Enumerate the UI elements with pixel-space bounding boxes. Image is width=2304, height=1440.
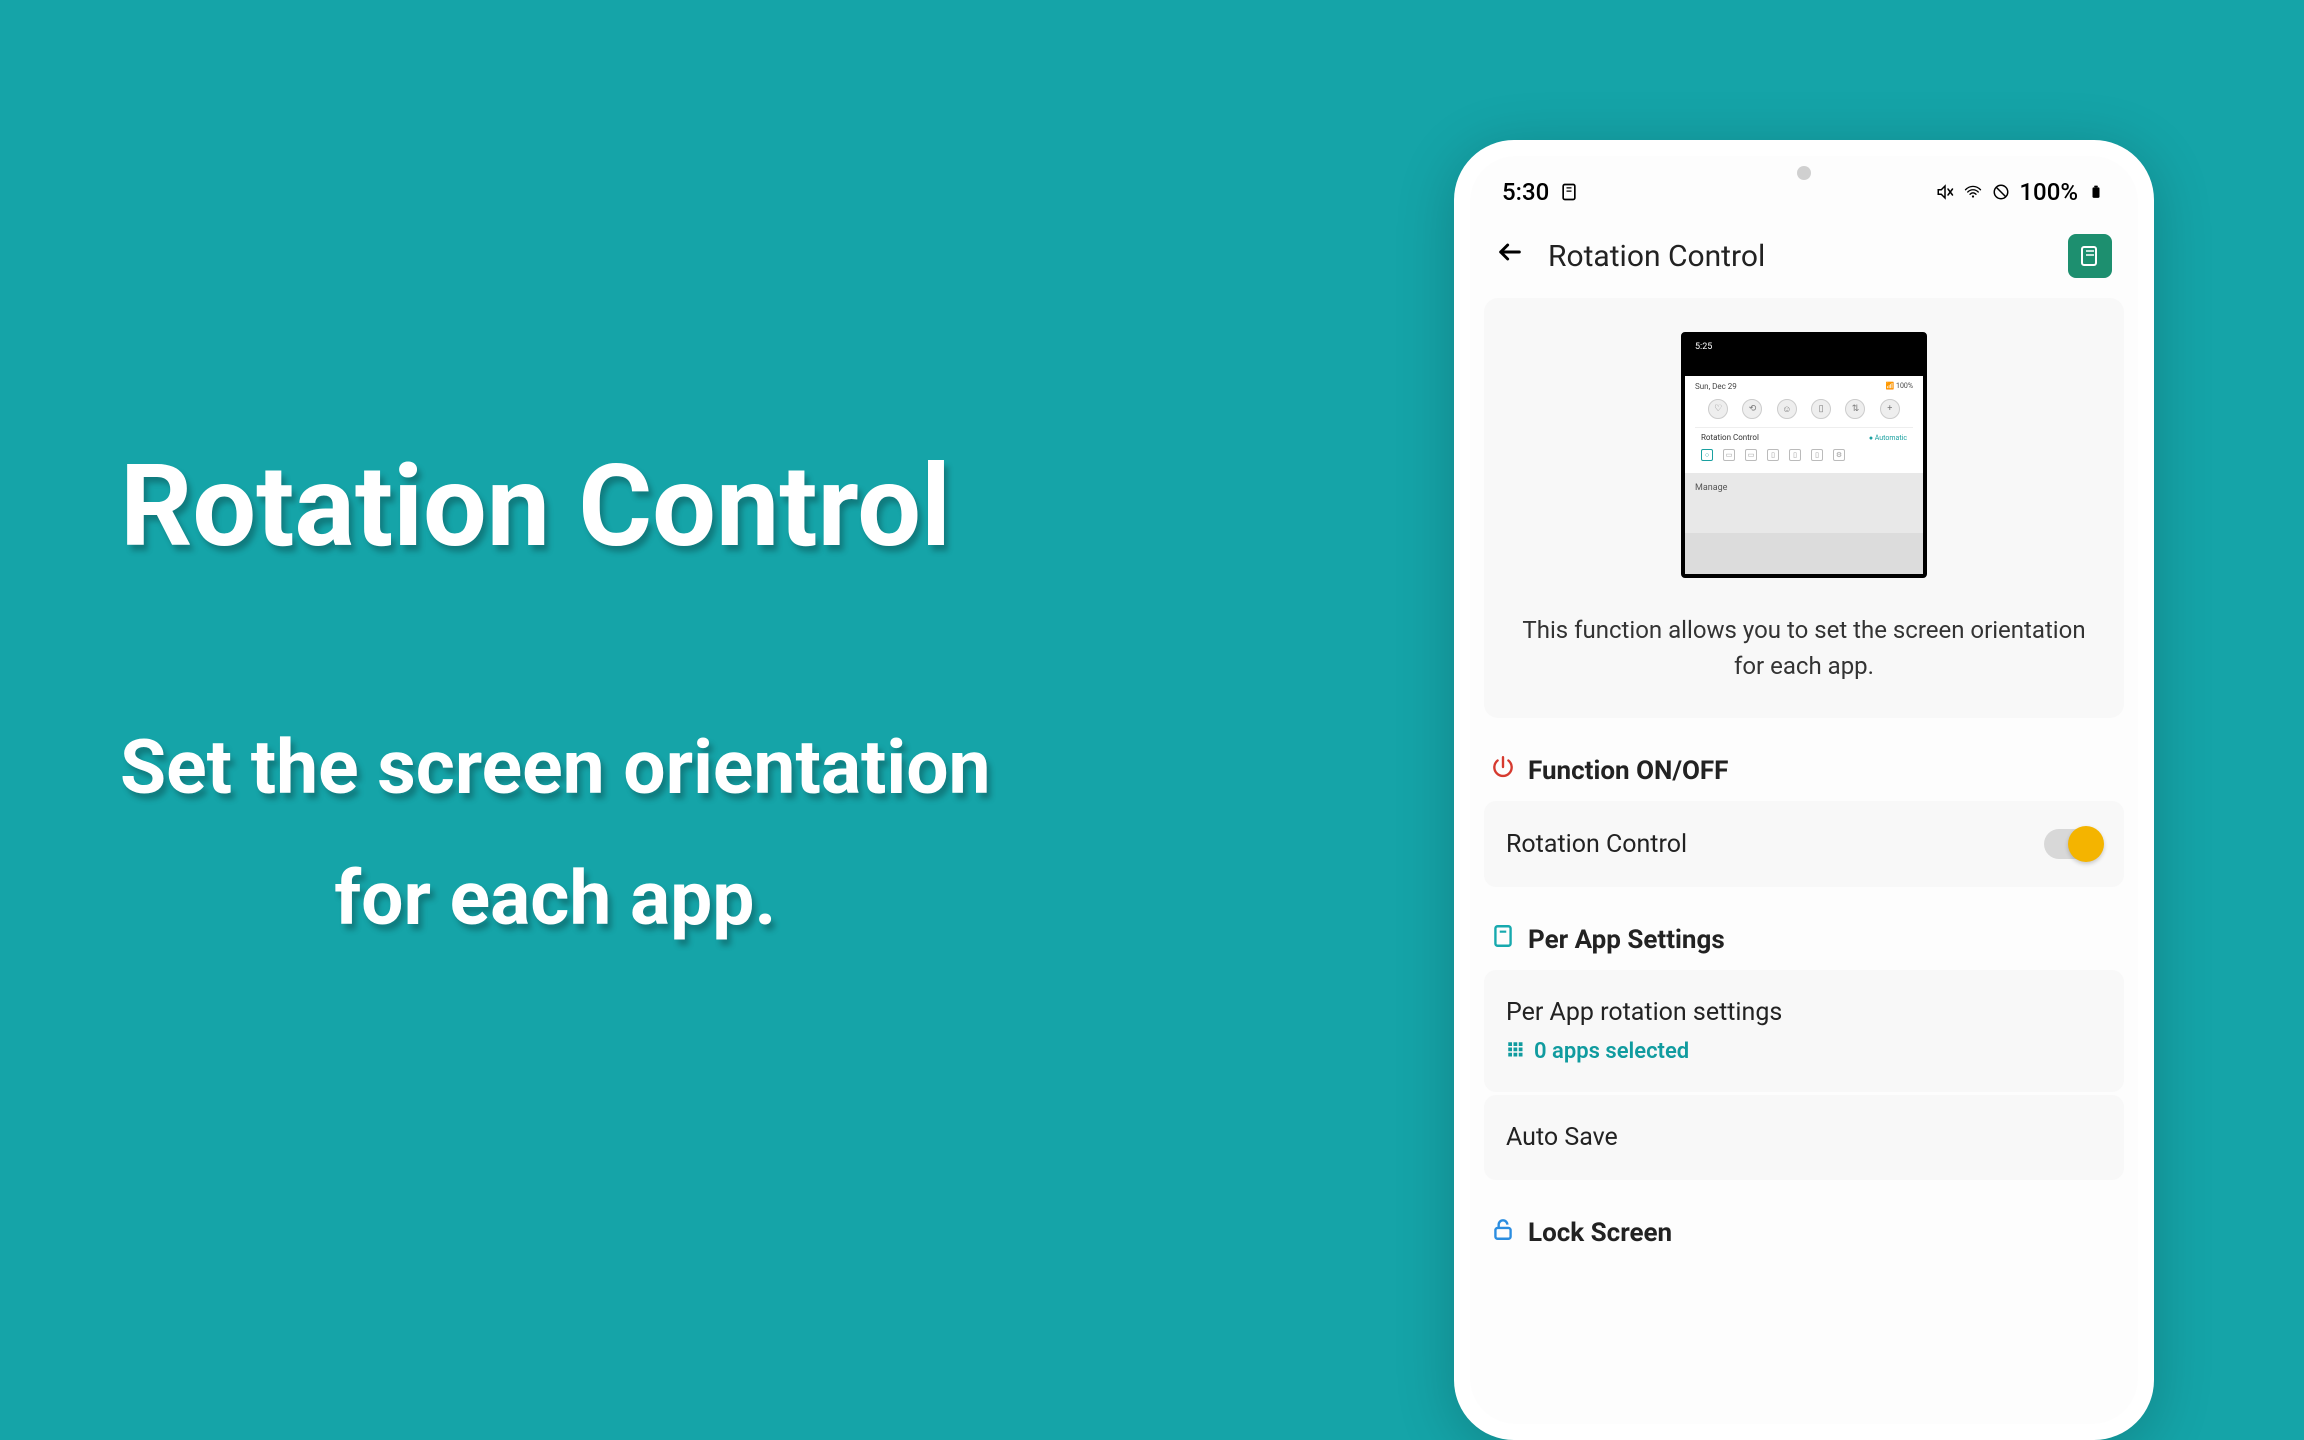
- info-card: 5:25 Sun, Dec 29 📶 100% ♡⟲☺▯⇅+ Rotation …: [1484, 298, 2124, 718]
- per-app-icon: [1490, 923, 1516, 956]
- power-icon: [1490, 754, 1516, 787]
- promo-subtitle: Set the screen orientation for each app.: [120, 703, 991, 966]
- item-label: Rotation Control: [1506, 830, 1687, 859]
- toggle-switch[interactable]: [2044, 829, 2102, 859]
- section-title: Per App Settings: [1528, 925, 1725, 955]
- phone-screen: 5:30 100%: [1470, 156, 2138, 1424]
- item-label: Auto Save: [1506, 1123, 1618, 1152]
- preview-image: 5:25 Sun, Dec 29 📶 100% ♡⟲☺▯⇅+ Rotation …: [1681, 332, 1927, 578]
- grid-icon: [1506, 1039, 1524, 1064]
- wifi-icon: [1963, 182, 1983, 202]
- auto-save-row[interactable]: Auto Save: [1484, 1095, 2124, 1180]
- rotation-control-toggle-row[interactable]: Rotation Control: [1484, 801, 2124, 887]
- camera-cutout: [1797, 166, 1811, 180]
- section-lock-screen: Lock Screen: [1470, 1216, 2138, 1263]
- item-label: Per App rotation settings: [1506, 998, 2102, 1027]
- per-app-settings-row[interactable]: Per App rotation settings 0 apps selecte…: [1484, 970, 2124, 1092]
- rotation-app-icon: [1559, 182, 1579, 202]
- section-title: Function ON/OFF: [1528, 756, 1728, 786]
- battery-percent: 100%: [2019, 178, 2078, 206]
- back-button[interactable]: [1496, 238, 1524, 274]
- app-title: Rotation Control: [1548, 239, 2044, 274]
- phone-frame: 5:30 100%: [1454, 140, 2154, 1440]
- status-time: 5:30: [1502, 178, 1549, 206]
- lock-icon: [1490, 1216, 1516, 1249]
- card-description: This function allows you to set the scre…: [1506, 612, 2102, 684]
- mute-icon: [1935, 182, 1955, 202]
- status-bar: 5:30 100%: [1470, 156, 2138, 214]
- section-function: Function ON/OFF Rotation Control: [1470, 754, 2138, 887]
- no-signal-icon: [1991, 182, 2011, 202]
- promo-title: Rotation Control: [120, 440, 991, 573]
- app-bar: Rotation Control: [1470, 214, 2138, 298]
- apps-selected-count: 0 apps selected: [1534, 1039, 1689, 1064]
- section-per-app: Per App Settings Per App rotation settin…: [1470, 923, 2138, 1180]
- save-action-button[interactable]: [2068, 234, 2112, 278]
- section-title: Lock Screen: [1528, 1218, 1672, 1248]
- battery-icon: [2086, 182, 2106, 202]
- promo-text-block: Rotation Control Set the screen orientat…: [120, 440, 991, 966]
